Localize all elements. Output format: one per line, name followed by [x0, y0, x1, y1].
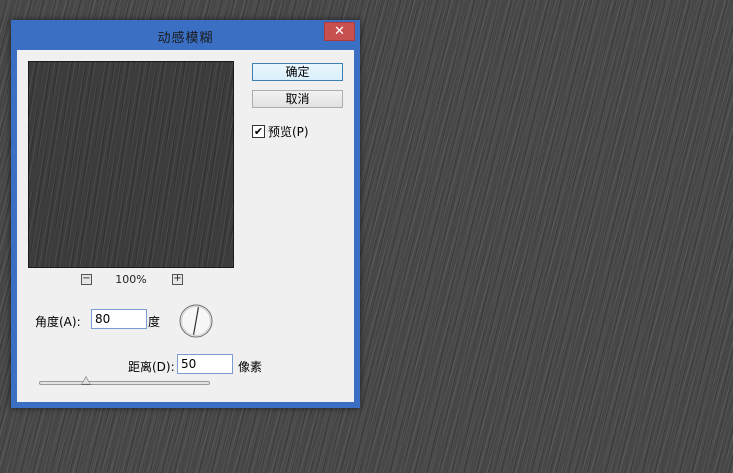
plus-icon: + [173, 273, 182, 284]
distance-input[interactable] [177, 354, 233, 374]
distance-label: 距离(D): [128, 360, 175, 374]
preview-image[interactable] [28, 61, 234, 268]
zoom-level: 100% [115, 273, 147, 286]
checkmark-icon: ✔ [253, 124, 264, 138]
motion-blur-dialog: 动感模糊 ✕ − 100% + 确定 取消 ✔ 预览(P) 角度(A): 度 [11, 20, 360, 408]
preview-checkbox-label: 预览(P) [268, 124, 309, 139]
close-button[interactable]: ✕ [324, 22, 355, 41]
zoom-controls: − 100% + [28, 273, 234, 288]
dialog-content: − 100% + 确定 取消 ✔ 预览(P) 角度(A): 度 距离(D): 像… [17, 50, 354, 402]
ok-button[interactable]: 确定 [252, 63, 343, 81]
angle-label: 角度(A): [35, 315, 81, 329]
preview-checkbox[interactable]: ✔ [252, 124, 265, 138]
preview-checkbox-row[interactable]: ✔ 预览(P) [252, 123, 309, 139]
dialog-titlebar[interactable]: 动感模糊 ✕ [11, 20, 360, 50]
angle-unit: 度 [148, 315, 161, 329]
distance-slider[interactable] [39, 376, 210, 385]
close-icon: ✕ [334, 24, 345, 39]
angle-input[interactable] [91, 309, 147, 329]
zoom-in-button[interactable]: + [172, 274, 183, 285]
distance-unit: 像素 [238, 360, 263, 374]
distance-slider-thumb[interactable] [80, 376, 91, 385]
cancel-button[interactable]: 取消 [252, 90, 343, 108]
dialog-title: 动感模糊 [157, 31, 214, 46]
angle-dial[interactable] [178, 303, 214, 339]
